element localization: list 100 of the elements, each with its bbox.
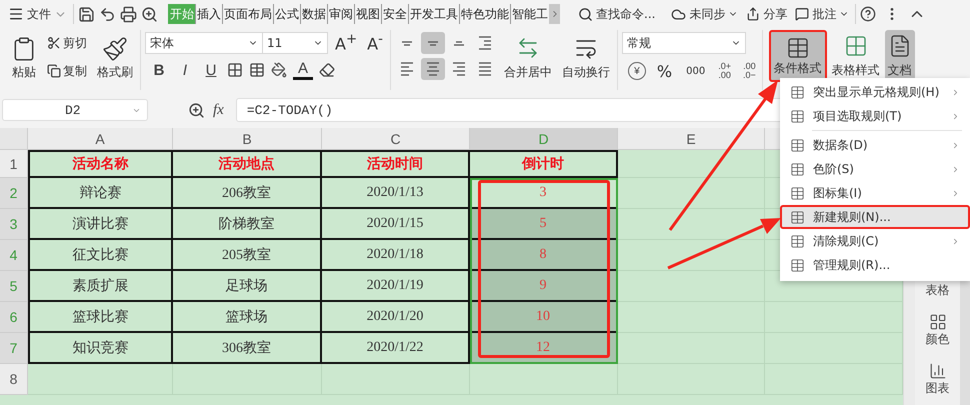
menu-icon <box>8 6 24 22</box>
undo-icon[interactable] <box>99 6 116 22</box>
comment-button[interactable]: 批注 <box>793 6 852 22</box>
table-style-button[interactable]: 表格样式 <box>828 30 883 82</box>
menu-item[interactable]: 突出显示单元格规则(H) <box>780 80 970 104</box>
table-cell: 活动时间 <box>322 150 470 178</box>
table-icon <box>790 210 805 224</box>
align-icon <box>400 62 413 76</box>
wrap-text-button[interactable]: 自动换行 <box>558 32 613 84</box>
function-label[interactable]: fx <box>213 102 224 118</box>
eraser-icon[interactable] <box>319 62 335 78</box>
merge-center-button[interactable]: 合并居中 <box>500 32 555 84</box>
row-header[interactable]: 1 <box>0 150 28 178</box>
help-icon[interactable] <box>860 6 876 22</box>
align-icon <box>452 62 465 76</box>
column-header[interactable]: B <box>173 128 322 150</box>
menu-item[interactable]: 色阶(S) <box>780 157 970 181</box>
ribbon-tab[interactable]: 公式 <box>273 4 300 24</box>
table-icon <box>790 108 805 124</box>
border-icon[interactable] <box>227 62 243 78</box>
ribbon-tab[interactable]: 特色功能 <box>459 4 510 24</box>
align-icon <box>426 62 439 76</box>
increase-decimal-button[interactable]: .0+ .00 <box>716 62 733 80</box>
table-cell: 2020/1/22 <box>322 333 470 364</box>
share-button[interactable]: 分享 <box>744 6 790 22</box>
cell-style-icon[interactable] <box>249 62 265 78</box>
zoom-icon[interactable] <box>188 102 205 118</box>
search-icon <box>578 6 593 22</box>
number-format-select[interactable]: 常规 <box>622 32 746 54</box>
row-header[interactable]: 8 <box>0 364 28 395</box>
share-icon <box>746 7 760 21</box>
column-header[interactable]: C <box>322 128 470 150</box>
table-cell: 阶梯教室 <box>173 209 322 240</box>
cut-button[interactable]: 剪切 <box>44 32 90 54</box>
file-menu[interactable]: 文件 <box>6 6 69 22</box>
currency-button[interactable]: ¥ <box>628 62 646 80</box>
table-cell: 306教室 <box>173 333 322 364</box>
grow-font-button[interactable]: A$^{+}$ <box>332 32 360 54</box>
table-cell: 9 <box>470 271 618 302</box>
table-cell: 征文比赛 <box>28 240 173 271</box>
font-size-select[interactable]: 11 <box>262 32 328 54</box>
table-icon <box>790 258 805 272</box>
table-icon <box>790 84 805 100</box>
text-style-button[interactable]: B <box>149 62 169 78</box>
scissors-icon <box>47 36 61 50</box>
column-header[interactable]: E <box>618 128 765 150</box>
side-panel-button[interactable]: 颜色 <box>926 313 950 348</box>
ribbon-tab[interactable]: 安全 <box>381 4 408 24</box>
table-icon <box>786 36 810 60</box>
paste-button[interactable]: 粘贴 <box>8 32 40 84</box>
conditional-format-button[interactable]: 条件格式 <box>768 30 827 82</box>
name-box[interactable]: D2 <box>2 99 148 121</box>
print-icon[interactable] <box>120 6 137 22</box>
thousands-button[interactable]: 000 <box>683 60 708 82</box>
shrink-font-button[interactable]: A$^{-}$ <box>364 32 386 54</box>
column-header[interactable]: A <box>28 128 173 150</box>
cloud-icon <box>671 6 686 22</box>
ribbon-tab[interactable]: 开发工具 <box>408 4 459 24</box>
scroll-tabs-button[interactable] <box>549 4 560 24</box>
table-cell: 演讲比赛 <box>28 209 173 240</box>
menu-item[interactable]: 新建规则(N)... <box>780 205 970 229</box>
font-color-button[interactable]: A <box>293 60 313 80</box>
ribbon-tab[interactable]: 数据 <box>300 4 327 24</box>
table-cell: 倒计时 <box>470 150 618 178</box>
side-panel-button[interactable]: 图表 <box>926 362 950 397</box>
comment-icon <box>795 7 810 21</box>
format-painter-button[interactable]: 格式刷 <box>94 32 136 84</box>
bar-chart-icon <box>928 362 946 380</box>
align-button[interactable] <box>420 32 445 54</box>
menu-item[interactable]: 数据条(D) <box>780 133 970 157</box>
text-style-button[interactable]: U <box>201 62 221 78</box>
menu-item[interactable]: 清除规则(C) <box>780 229 970 253</box>
sync-button[interactable]: 未同步 <box>669 6 740 22</box>
table-icon <box>790 138 805 152</box>
menu-item[interactable]: 图标集(I) <box>780 181 970 205</box>
ribbon-tab[interactable]: 审阅 <box>327 4 354 24</box>
menu-item[interactable]: 管理规则(R)... <box>780 253 970 277</box>
table-cell: 2020/1/15 <box>322 209 470 240</box>
fill-color-icon[interactable] <box>271 62 287 78</box>
ribbon-tab[interactable]: 视图 <box>354 4 381 24</box>
text-style-button[interactable]: I <box>175 62 195 78</box>
align-icon <box>454 40 464 46</box>
decrease-decimal-button[interactable]: .00 .0− <box>740 62 758 80</box>
percent-button[interactable]: % <box>654 60 676 82</box>
font-name-select[interactable]: 宋体 <box>145 32 263 54</box>
ribbon-tab[interactable]: 页面布局 <box>222 4 273 24</box>
align-icon <box>478 62 491 76</box>
save-icon[interactable] <box>78 6 95 22</box>
table-cell: 素质扩展 <box>28 271 173 302</box>
search-command[interactable]: 查找命令... <box>576 6 658 22</box>
copy-button[interactable]: 复制 <box>44 60 90 82</box>
print-preview-icon[interactable] <box>141 6 158 22</box>
align-button[interactable] <box>420 58 445 80</box>
menu-item[interactable]: 项目选取规则(T) <box>780 104 970 128</box>
align-icon <box>402 40 412 46</box>
ribbon-tab[interactable]: 插入 <box>195 4 222 24</box>
table-cell: 5 <box>470 209 618 240</box>
table-cell: 知识竞赛 <box>28 333 173 364</box>
table-cell: 10 <box>470 302 618 333</box>
align-icon <box>428 40 438 46</box>
